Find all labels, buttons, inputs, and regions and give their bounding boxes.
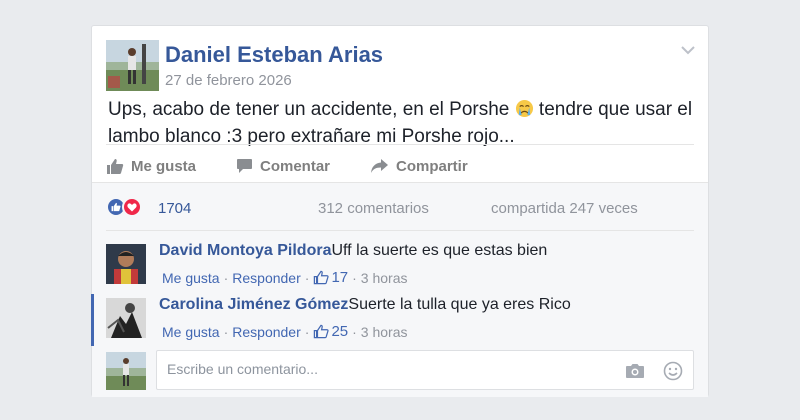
comments-section: 1704 312 comentarios compartida 247 vece… [91, 182, 708, 397]
love-reaction-icon [122, 197, 142, 217]
comment-likes[interactable]: 25 [313, 323, 348, 340]
comment-like-link[interactable]: Me gusta [162, 270, 220, 286]
share-button[interactable]: Compartir [370, 150, 510, 182]
post-text: Ups, acabo de tener un accidente, en el … [108, 99, 693, 147]
crying-face-emoji-icon [515, 99, 533, 118]
comments-count[interactable]: 312 comentarios [318, 200, 429, 217]
reaction-count[interactable]: 1704 [158, 200, 191, 217]
separator-dot: · [352, 269, 357, 286]
comment-reply-link[interactable]: Responder [232, 324, 301, 340]
current-user-avatar [106, 352, 146, 390]
comment-meta: Me gusta · Responder · 17 · 3 horas [162, 269, 408, 286]
commenter-avatar[interactable] [106, 244, 146, 284]
like-button[interactable]: Me gusta [106, 150, 236, 182]
post-date[interactable]: 27 de febrero 2026 [165, 72, 292, 89]
like-label: Me gusta [131, 157, 197, 175]
chevron-down-icon[interactable] [680, 44, 696, 56]
emoji-smiley-icon[interactable] [663, 361, 683, 381]
comment-likes[interactable]: 17 [313, 269, 348, 286]
divider [106, 230, 694, 231]
post-author-name[interactable]: Daniel Esteban Arias [165, 42, 383, 68]
comment-button[interactable]: Comentar [236, 150, 370, 182]
thumbs-up-outline-icon [314, 270, 330, 285]
comment-time[interactable]: 3 horas [361, 270, 408, 286]
reaction-icons[interactable] [106, 196, 142, 218]
comment-author-name[interactable]: Carolina Jiménez GómezSuerte la tulla qu… [159, 296, 571, 314]
separator-dot: · [352, 323, 357, 340]
post-card: Daniel Esteban Arias 27 de febrero 2026 … [91, 25, 709, 397]
share-label: Compartir [396, 157, 468, 175]
comment-input-box [156, 350, 694, 390]
separator-dot: · [304, 323, 310, 340]
commenter-avatar[interactable] [106, 298, 146, 338]
comment-reply-link[interactable]: Responder [232, 270, 301, 286]
comment-text: Uff la suerte es que estas bien [331, 242, 548, 259]
comment-author-name[interactable]: David Montoya PildoraUff la suerte es qu… [159, 242, 547, 260]
share-arrow-icon [371, 159, 388, 173]
comment-bubble-icon [237, 159, 252, 173]
comment-time[interactable]: 3 horas [361, 324, 408, 340]
comment-input-row [92, 349, 708, 391]
comment-item: Carolina Jiménez GómezSuerte la tulla qu… [92, 294, 708, 346]
comment-likes-count: 17 [331, 269, 349, 286]
comment-like-link[interactable]: Me gusta [162, 324, 220, 340]
separator-dot: · [223, 323, 229, 340]
separator-dot: · [304, 269, 310, 286]
share-count[interactable]: compartida 247 veces [491, 200, 638, 217]
divider [106, 144, 694, 145]
comment-label: Comentar [260, 157, 331, 175]
post-actions: Me gusta Comentar Compartir [106, 150, 696, 182]
thumbs-up-outline-icon [314, 324, 330, 339]
comment-item: David Montoya PildoraUff la suerte es qu… [92, 240, 708, 292]
separator-dot: · [223, 269, 229, 286]
author-avatar[interactable] [106, 40, 159, 91]
thumbs-up-icon [107, 158, 124, 174]
comment-text: Suerte la tulla que ya eres Rico [348, 296, 571, 313]
comment-meta: Me gusta · Responder · 25 · 3 horas [162, 323, 408, 340]
camera-icon[interactable] [625, 362, 645, 379]
comment-likes-count: 25 [331, 323, 349, 340]
comment-input[interactable] [167, 361, 607, 377]
